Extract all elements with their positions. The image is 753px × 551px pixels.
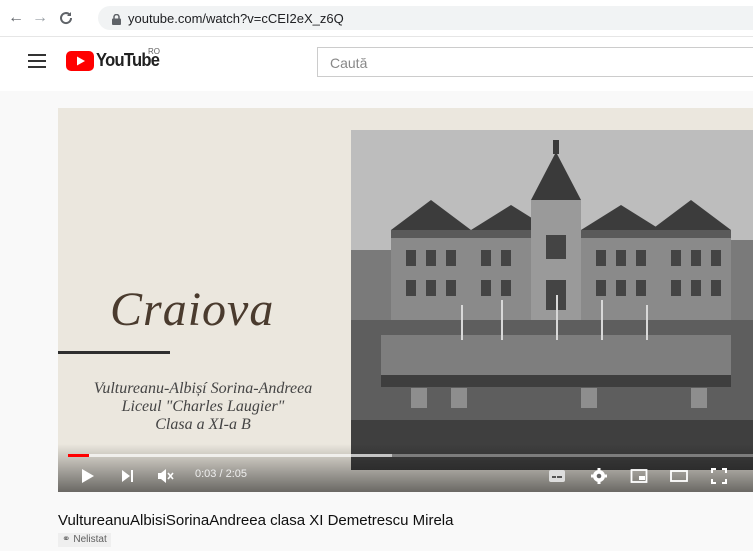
slide-author: Vultureanu-Albișí Sorina-Andreea (93, 380, 313, 397)
next-icon[interactable] (118, 467, 136, 485)
lock-icon (112, 12, 121, 30)
miniplayer-icon[interactable] (630, 467, 648, 485)
time-display: 0:03 / 2:05 (195, 468, 247, 480)
subtitles-icon[interactable] (548, 467, 566, 485)
youtube-header: YouTube RO (0, 37, 753, 91)
settings-icon[interactable] (590, 467, 608, 485)
url-text: youtube.com/watch?v=cCEI2eX_z6Q (128, 11, 344, 26)
search-box[interactable] (317, 47, 753, 77)
player-controls: 0:03 / 2:05 (58, 444, 753, 492)
reload-icon[interactable] (56, 8, 76, 28)
arrow-left-icon[interactable]: ← (6, 8, 26, 28)
region-code: RO (148, 47, 160, 56)
slide-class: Clasa a XI-a B (155, 416, 251, 433)
mute-icon[interactable] (156, 467, 174, 485)
video-title: VultureanuAlbisiSorinaAndreea clasa XI D… (58, 512, 454, 529)
progress-buffered (68, 454, 393, 457)
browser-toolbar: ← → youtube.com/watch?v=cCEI2eX_z6Q (0, 0, 753, 37)
youtube-logo[interactable]: YouTube RO (66, 47, 160, 75)
search-input[interactable] (328, 54, 752, 72)
visibility-label: Nelistat (73, 534, 107, 545)
city-hall-photo (351, 130, 753, 470)
decorative-line (58, 351, 170, 354)
visibility-badge: ⚭ Nelistat (58, 533, 111, 547)
progress-bar[interactable] (68, 454, 753, 457)
hamburger-menu-icon[interactable] (28, 54, 46, 68)
address-bar[interactable]: youtube.com/watch?v=cCEI2eX_z6Q (98, 6, 753, 30)
progress-played (68, 454, 89, 457)
slide-title: Craiova (110, 283, 275, 336)
youtube-play-logo-icon (66, 51, 94, 71)
video-player[interactable]: Craiova Vultureanu-Albișí Sorina-Andreea… (58, 108, 753, 492)
play-icon[interactable] (78, 467, 96, 485)
link-icon: ⚭ (62, 534, 71, 545)
fullscreen-icon[interactable] (710, 467, 728, 485)
arrow-right-icon[interactable]: → (30, 8, 50, 28)
theater-icon[interactable] (670, 467, 688, 485)
slide-school: Liceul "Charles Laugier" (121, 398, 285, 415)
